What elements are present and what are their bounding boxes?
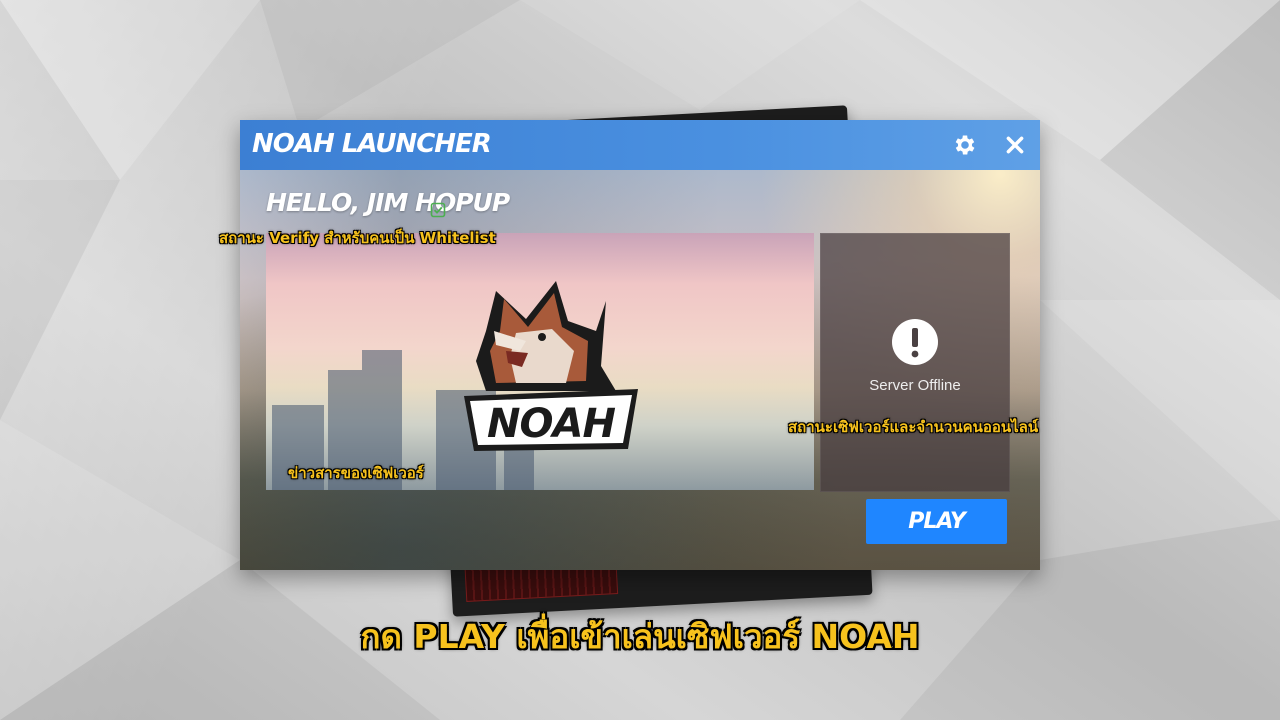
server-status-text: Server Offline [869, 377, 961, 394]
app-title: NOAH LAUNCHER [252, 129, 492, 159]
news-panel[interactable]: NOAH ข่าวสารของเซิฟเวอร์ [266, 233, 814, 490]
close-button[interactable] [1000, 130, 1030, 160]
close-icon [1006, 136, 1024, 154]
noah-wolf-logo: NOAH [464, 281, 638, 451]
server-status-panel: Server Offline [820, 233, 1010, 492]
gear-icon [955, 135, 975, 155]
title-bar: NOAH LAUNCHER [240, 120, 1040, 170]
server-status-annotation: สถานะเซิฟเวอร์และจำนวนคนออนไลน์ [788, 418, 1039, 436]
user-greeting: HELLO, JIM HOPUP [266, 188, 510, 217]
play-button[interactable]: PLAY [866, 499, 1007, 544]
launcher-window: NOAH LAUNCHER HELLO, JIM HOPUP NOAH ข่าว… [240, 120, 1040, 570]
settings-button[interactable] [950, 130, 980, 160]
news-annotation: ข่าวสารของเซิฟเวอร์ [288, 464, 424, 482]
play-instruction-annotation: กด PLAY เพื่อเข้าเล่นเซิฟเวอร์ NOAH [360, 617, 920, 656]
exclamation-icon [892, 319, 938, 365]
news-logo-text: NOAH [487, 401, 615, 447]
verify-annotation: สถานะ Verify สำหรับคนเป็น Whitelist [219, 229, 496, 247]
verified-check-icon [430, 202, 446, 218]
